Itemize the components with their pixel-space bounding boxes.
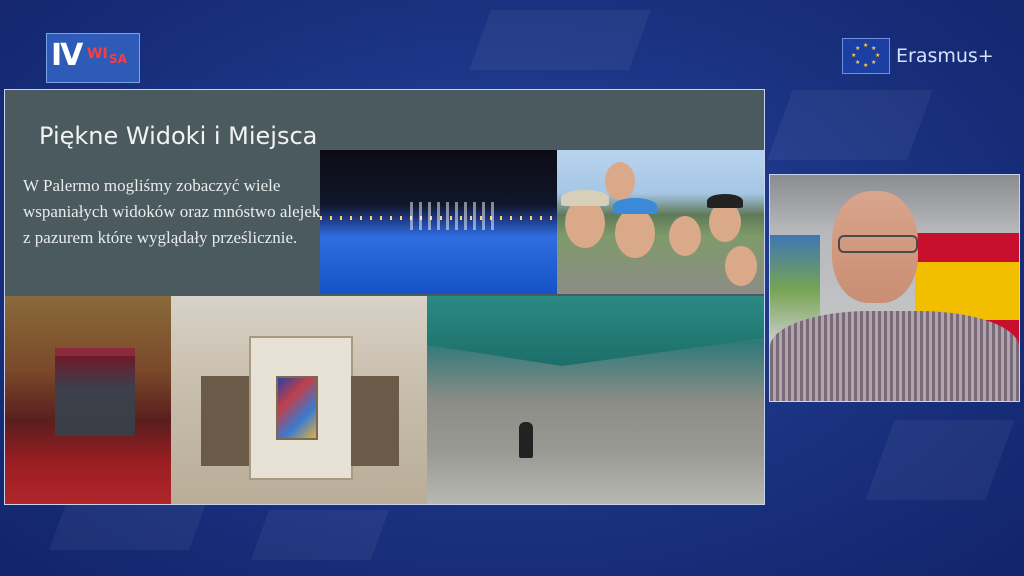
theatre-interior-photo [5, 296, 171, 504]
erasmus-label: Erasmus+ [896, 45, 994, 67]
logo-iv-text: IV [51, 38, 83, 73]
group-selfie-photo [557, 150, 764, 294]
glasses-icon [838, 235, 918, 253]
eu-flag-icon: ★ ★ ★ ★ ★ ★ ★ ★ [842, 38, 890, 74]
school-logo: IV WI SA [46, 33, 140, 83]
market-street-photo [427, 296, 764, 504]
logo-wi-text: WI [87, 46, 108, 62]
logo-sa-text: SA [109, 52, 127, 66]
slide-body-text: W Palermo mogliśmy zobaczyć wiele wspani… [23, 176, 321, 247]
church-altar-photo [171, 296, 427, 504]
erasmus-logo: ★ ★ ★ ★ ★ ★ ★ ★ Erasmus+ [842, 38, 994, 74]
presentation-slide: Piękne Widoki i Miejsca W Palermo mogliś… [4, 89, 765, 505]
fountain-night-photo [320, 150, 557, 294]
presenter-video-feed [769, 174, 1020, 402]
slide-title: Piękne Widoki i Miejsca [39, 122, 318, 150]
